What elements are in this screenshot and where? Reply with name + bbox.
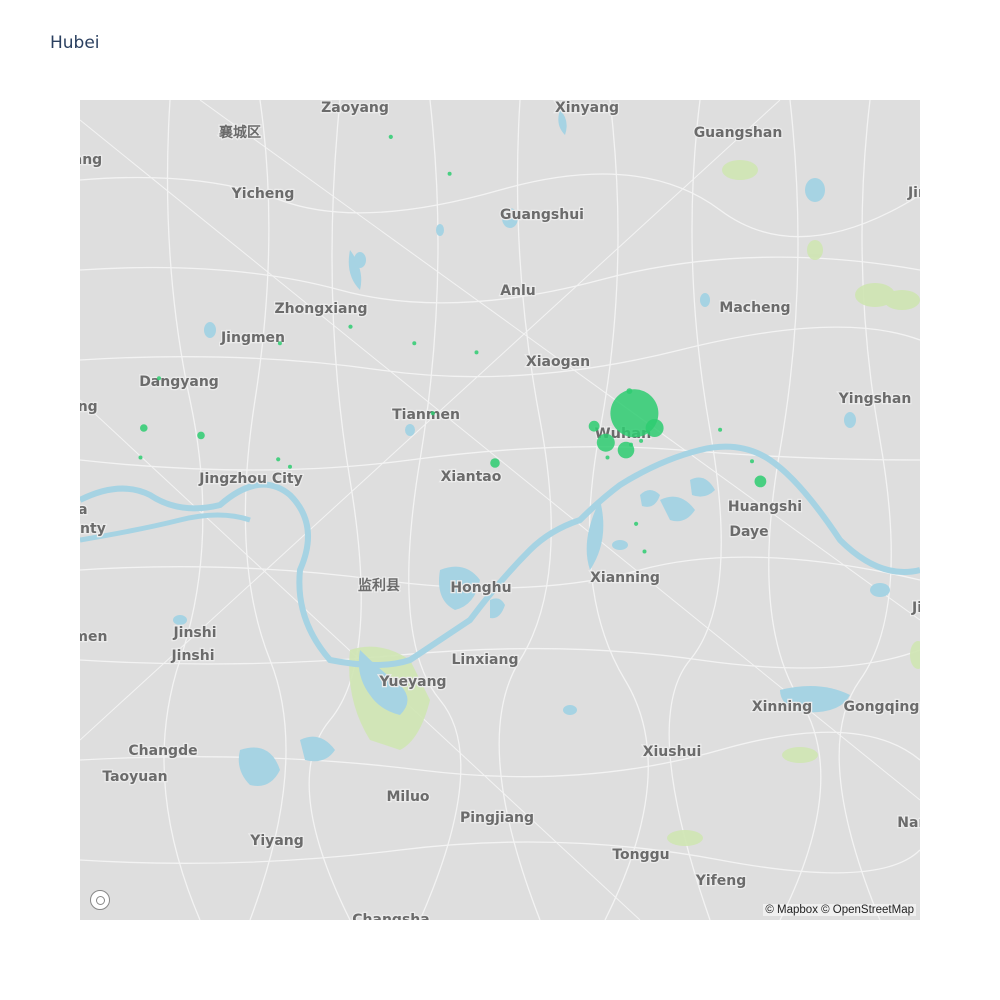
place-label: Xiantao: [441, 469, 502, 485]
case-marker[interactable]: [277, 341, 282, 346]
place-label: Tianmen: [392, 407, 460, 423]
place-label: Honghu: [450, 580, 511, 596]
place-label: Gongqingcl: [843, 699, 920, 715]
place-label: Anlu: [500, 283, 536, 299]
place-label: Jiu: [911, 600, 920, 616]
case-marker[interactable]: [412, 341, 417, 346]
case-marker[interactable]: [197, 431, 205, 440]
case-marker[interactable]: [430, 411, 435, 416]
place-label: Xiushui: [643, 744, 702, 760]
place-label: Zaoyang: [321, 100, 389, 116]
case-marker[interactable]: [634, 521, 639, 526]
place-label: Miluo: [386, 789, 429, 805]
case-marker[interactable]: [447, 171, 452, 176]
place-label: hang: [80, 399, 98, 415]
case-marker[interactable]: [718, 427, 723, 432]
case-marker[interactable]: [157, 376, 161, 381]
case-marker[interactable]: [750, 459, 754, 464]
case-marker[interactable]: [348, 324, 353, 329]
case-marker[interactable]: [754, 475, 767, 488]
case-marker[interactable]: [474, 350, 479, 355]
mapbox-logo-icon[interactable]: [90, 890, 110, 910]
case-marker[interactable]: [639, 438, 644, 443]
place-label: Yicheng: [231, 186, 295, 202]
place-label: Nanch: [897, 815, 920, 831]
place-label: Yiyang: [249, 833, 304, 849]
basemap: Zaoyang Xinyang 襄城区 Guangshan okang Yicheng Ji…: [80, 100, 920, 920]
place-label: Jingzhou City: [198, 471, 302, 487]
place-label: Tonggu: [612, 847, 669, 863]
case-marker[interactable]: [642, 549, 647, 554]
place-label: Daye: [729, 524, 768, 540]
place-label: 监利县: [358, 577, 400, 594]
place-label: County: [80, 521, 106, 537]
place-label: Huangshi: [728, 499, 802, 515]
place-label: Dangyang: [139, 374, 219, 390]
place-label: Jinshi: [170, 648, 214, 664]
place-label: 襄城区: [218, 124, 261, 141]
case-marker[interactable]: [288, 464, 292, 469]
place-label: Yifeng: [695, 873, 747, 889]
place-label: Jingmen: [220, 330, 285, 346]
case-marker[interactable]: [626, 388, 633, 394]
case-marker[interactable]: [140, 424, 148, 432]
place-label: Jinshi: [172, 625, 216, 641]
place-label: Zhongxiang: [275, 301, 368, 317]
case-marker[interactable]: [388, 134, 393, 139]
map-title: Hubei: [50, 33, 100, 53]
case-marker[interactable]: [645, 419, 664, 437]
place-label: Macheng: [719, 300, 790, 316]
place-label: Changde: [128, 743, 197, 759]
place-label: Xinning: [752, 699, 812, 715]
place-label: Guangshan: [694, 125, 783, 141]
place-label: Pingjiang: [460, 810, 534, 826]
place-label: Taoyuan: [102, 769, 167, 785]
place-label: Shimen: [80, 629, 107, 645]
map-attribution[interactable]: © Mapbox © OpenStreetMap: [763, 904, 916, 916]
case-marker[interactable]: [596, 433, 615, 452]
place-label: Yueyang: [378, 674, 446, 690]
case-marker[interactable]: [588, 420, 600, 432]
place-label: Xiaogan: [526, 354, 590, 370]
place-label: Changsha: [352, 912, 429, 920]
case-marker[interactable]: [138, 455, 143, 460]
case-marker[interactable]: [629, 442, 633, 447]
case-marker[interactable]: [605, 455, 610, 460]
place-label: jia: [80, 502, 88, 518]
case-marker[interactable]: [490, 458, 500, 468]
place-label: Xianning: [590, 570, 660, 586]
place-label: Xinyang: [555, 100, 619, 116]
place-label: Linxiang: [452, 652, 519, 668]
map-area[interactable]: Zaoyang Xinyang 襄城区 Guangshan okang Yicheng Ji…: [80, 100, 920, 920]
place-label: Guangshui: [500, 207, 584, 223]
place-label: Yingshan: [838, 391, 912, 407]
place-label: Jinz: [907, 185, 920, 201]
place-label: okang: [80, 152, 102, 168]
case-marker[interactable]: [276, 457, 281, 462]
